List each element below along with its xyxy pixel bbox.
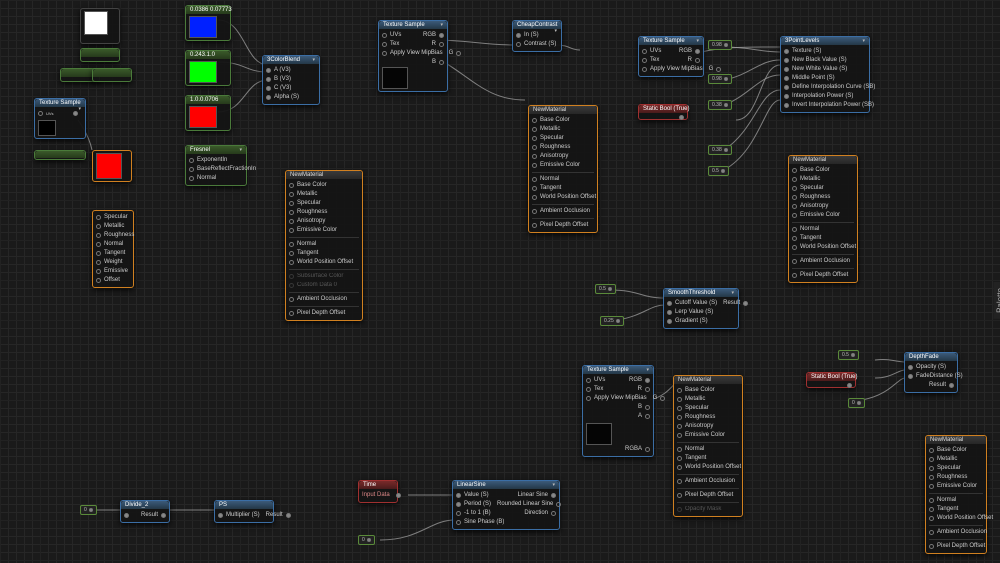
scalar-g[interactable]: 0.25 bbox=[600, 316, 624, 326]
node-header: DepthFade bbox=[905, 353, 957, 361]
param-list-row: Roughness bbox=[96, 231, 130, 240]
node-header: Texture Sample▾ bbox=[35, 99, 85, 107]
const-color-green[interactable]: 0.243.1.0 bbox=[185, 50, 231, 86]
new-material-node-1[interactable]: NewMaterial Base Color Metallic Specular… bbox=[285, 170, 363, 321]
scalar-h[interactable]: 0 bbox=[80, 505, 97, 515]
ps-node[interactable]: PS Multiplier (S)Result bbox=[214, 500, 274, 523]
node-header: Texture Sample▾ bbox=[583, 366, 653, 374]
node-header: Texture Sample▾ bbox=[639, 37, 703, 45]
palette-tab[interactable]: Palette bbox=[994, 282, 1000, 319]
scalar-e[interactable]: 0.5 bbox=[708, 166, 729, 176]
scalar-c[interactable]: 0.38 bbox=[708, 100, 732, 110]
param-list-row: Specular bbox=[96, 213, 130, 222]
texture-preview-white[interactable] bbox=[80, 8, 120, 44]
param-node-a[interactable] bbox=[80, 48, 120, 62]
node-header: Static Bool (True) bbox=[639, 105, 687, 113]
param-list-node[interactable]: SpecularMetallicRoughnessNormalTangentWe… bbox=[92, 210, 134, 288]
param-list-row: Offset bbox=[96, 276, 130, 285]
node-header: NewMaterial bbox=[789, 156, 857, 164]
texture-sample-node-small[interactable]: Texture Sample▾ UVs bbox=[34, 98, 86, 139]
node-header: Static Bool (True) bbox=[807, 373, 855, 381]
scalar-a[interactable]: 0.98 bbox=[708, 40, 732, 50]
param-list-row: Emissive bbox=[96, 267, 130, 276]
new-material-node-5[interactable]: NewMaterial Base Color Metallic Specular… bbox=[925, 435, 987, 554]
time-node[interactable]: Time Input Data bbox=[358, 480, 398, 503]
scalar-r2[interactable]: 0 bbox=[848, 398, 865, 408]
param-list-row: Weight bbox=[96, 258, 130, 267]
static-bool-node-2[interactable]: Static Bool (True) bbox=[806, 372, 856, 388]
texture-sample-node-1[interactable]: Texture Sample▾ UVsRGB TexR Apply View M… bbox=[378, 20, 448, 92]
const-header: 0.243.1.0 bbox=[186, 51, 230, 59]
node-header: LinearSine▾ bbox=[453, 481, 559, 489]
param-list-row: Normal bbox=[96, 240, 130, 249]
fresnel-node[interactable]: Fresnel▾ ExponentIn BaseReflectFractionI… bbox=[185, 145, 247, 186]
node-header: Divide_2 bbox=[121, 501, 169, 509]
node-header: Texture Sample▾ bbox=[379, 21, 447, 29]
const-color-red2[interactable] bbox=[92, 150, 132, 182]
new-material-node-3[interactable]: NewMaterial Base Color Metallic Specular… bbox=[788, 155, 858, 283]
param-list-row: Metallic bbox=[96, 222, 130, 231]
static-bool-node[interactable]: Static Bool (True) bbox=[638, 104, 688, 120]
levels-node[interactable]: 3PointLevels▾ Texture (S) New Black Valu… bbox=[780, 36, 870, 113]
new-material-node-2[interactable]: NewMaterial Base Color Metallic Specular… bbox=[528, 105, 598, 233]
node-header: 3PointLevels▾ bbox=[781, 37, 869, 45]
scalar-i[interactable]: 0 bbox=[358, 535, 375, 545]
node-header: Fresnel▾ bbox=[186, 146, 246, 154]
scalar-b[interactable]: 0.98 bbox=[708, 74, 732, 84]
node-header: NewMaterial bbox=[529, 106, 597, 114]
color-blend-node[interactable]: 3ColorBlend▾ A (V3) B (V3) C (V3) Alpha … bbox=[262, 55, 320, 105]
depth-fade-node[interactable]: DepthFade Opacity (S) FadeDistance (S) R… bbox=[904, 352, 958, 393]
texture-sample-node-2[interactable]: Texture Sample▾ UVsRGB TexR Apply View M… bbox=[638, 36, 704, 77]
scalar-d[interactable]: 0.38 bbox=[708, 145, 732, 155]
param-node-c[interactable] bbox=[92, 68, 132, 82]
param-list-row: Tangent bbox=[96, 249, 130, 258]
node-header: CheapContrast▾ bbox=[513, 21, 561, 29]
node-header: NewMaterial bbox=[674, 376, 742, 384]
node-header: NewMaterial bbox=[286, 171, 362, 179]
node-header: PS bbox=[215, 501, 273, 509]
node-header: SmoothThreshold▾ bbox=[664, 289, 738, 297]
const-header: 1.0.0.0706 bbox=[186, 96, 230, 104]
new-material-node-4[interactable]: NewMaterial Base Color Metallic Specular… bbox=[673, 375, 743, 517]
divide-node[interactable]: Divide_2 Result bbox=[120, 500, 170, 523]
scalar-f[interactable]: 0.5 bbox=[595, 284, 616, 294]
node-header: 3ColorBlend▾ bbox=[263, 56, 319, 64]
scalar-r1[interactable]: 0.5 bbox=[838, 350, 859, 360]
cheap-contrast-node[interactable]: CheapContrast▾ In (S) Contrast (S) bbox=[512, 20, 562, 52]
const-color-red[interactable]: 1.0.0.0706 bbox=[185, 95, 231, 131]
texture-sample-node-3[interactable]: Texture Sample▾ UVsRGB TexR Apply View M… bbox=[582, 365, 654, 457]
linear-sine-node[interactable]: LinearSine▾ Value (S)Linear Sine Period … bbox=[452, 480, 560, 530]
const-color-blue[interactable]: 0.0386 0.07773 bbox=[185, 5, 231, 41]
comment-strip[interactable] bbox=[34, 150, 86, 160]
node-header: Time bbox=[359, 481, 397, 489]
node-header: NewMaterial bbox=[926, 436, 986, 444]
smooth-threshold-node[interactable]: SmoothThreshold▾ Cutoff Value (S)Result … bbox=[663, 288, 739, 329]
const-header: 0.0386 0.07773 bbox=[186, 6, 230, 14]
